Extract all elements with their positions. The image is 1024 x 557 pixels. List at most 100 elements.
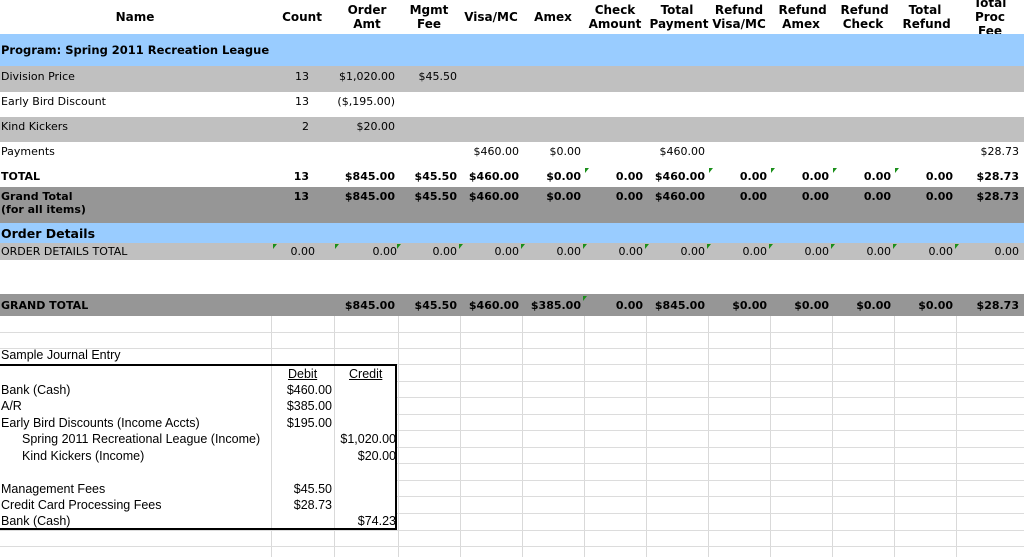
- gt-check: 0.00: [615, 298, 643, 312]
- col-header-refund-visa[interactable]: Refund Visa/MC: [708, 0, 770, 34]
- flag-icon: [955, 244, 959, 249]
- gridline: [832, 316, 833, 557]
- program-title: Program: Spring 2011 Recreation League: [1, 43, 270, 57]
- gti-mgmt: $45.50: [414, 189, 457, 203]
- total-label: TOTAL: [1, 169, 41, 183]
- row-order-amt: $1,020.00: [339, 69, 395, 83]
- row-count: 13: [295, 94, 309, 108]
- grand-total-label: GRAND TOTAL: [1, 298, 89, 312]
- gridline: [522, 316, 523, 557]
- row-name: Payments: [1, 144, 55, 158]
- col-header-refund-check[interactable]: Refund Check: [832, 0, 894, 34]
- col-header-mgmt-fee[interactable]: Mgmt Fee: [400, 0, 458, 34]
- row-name: Kind Kickers: [1, 119, 69, 133]
- row-total-payment: $460.00: [659, 144, 706, 158]
- grand-total-items-label: Grand Total (for all items): [1, 190, 86, 216]
- flag-icon: [397, 244, 401, 249]
- program-row[interactable]: Program: Spring 2011 Recreation League: [0, 34, 1024, 66]
- gti-refund-amex: 0.00: [801, 189, 829, 203]
- journal-account: Kind Kickers (Income): [22, 449, 145, 463]
- table-row[interactable]: Early Bird Discount 13 ($,195.00): [0, 92, 1024, 110]
- gridline: [646, 316, 647, 557]
- flag-icon: [273, 244, 277, 249]
- journal-credit-header: Credit: [349, 367, 383, 381]
- flag-icon: [893, 244, 897, 249]
- gridline: [584, 316, 585, 557]
- flag-icon: [585, 168, 589, 173]
- flag-icon: [645, 244, 649, 249]
- gti-check: 0.00: [615, 189, 643, 203]
- col-header-visa-mc[interactable]: Visa/MC: [460, 0, 522, 34]
- flag-icon: [583, 296, 587, 301]
- order-details-title: Order Details: [1, 225, 96, 241]
- odt-count: 0.00: [290, 245, 316, 258]
- journal-account: Bank (Cash): [1, 514, 71, 528]
- gridline: [708, 316, 709, 557]
- gridline: [398, 316, 399, 557]
- header-row: Name Count Order Amt Mgmt Fee Visa/MC Am…: [0, 0, 1024, 38]
- table-row[interactable]: Division Price 13 $1,020.00 $45.50: [0, 66, 1024, 86]
- col-header-amex[interactable]: Amex: [522, 0, 584, 34]
- table-row[interactable]: Kind Kickers 2 $20.00: [0, 117, 1024, 135]
- total-proc-fee: $28.73: [976, 169, 1019, 183]
- gridline: [0, 348, 1024, 349]
- col-header-count[interactable]: Count: [272, 0, 332, 34]
- flag-icon: [709, 168, 713, 173]
- col-header-check-amount[interactable]: Check Amount: [584, 0, 646, 34]
- odt-mgmt: 0.00: [432, 245, 458, 258]
- journal-debit: $45.50: [293, 482, 332, 496]
- col-header-refund-amex[interactable]: Refund Amex: [770, 0, 832, 34]
- flag-icon: [521, 244, 525, 249]
- row-order-amt: ($,195.00): [337, 94, 395, 108]
- total-refund-check: 0.00: [863, 169, 891, 183]
- row-name: Early Bird Discount: [1, 94, 106, 108]
- flag-icon: [771, 168, 775, 173]
- total-mgmt: $45.50: [414, 169, 457, 183]
- total-row[interactable]: TOTAL 13 $845.00 $45.50 $460.00 $0.00 0.…: [0, 166, 1024, 186]
- odt-proc-fee: 0.00: [994, 245, 1020, 258]
- col-header-total-proc-fee[interactable]: Total Proc Fee: [956, 0, 1024, 38]
- row-mgmt-fee: $45.50: [418, 69, 458, 83]
- total-check: 0.00: [615, 169, 643, 183]
- spreadsheet: Name Count Order Amt Mgmt Fee Visa/MC Am…: [0, 0, 1024, 557]
- odt-total-payment: 0.00: [680, 245, 706, 258]
- col-header-total-payment[interactable]: Total Payment: [646, 0, 709, 34]
- total-order: $845.00: [344, 169, 395, 183]
- row-proc-fee: $28.73: [980, 144, 1020, 158]
- odt-total-refund: 0.00: [928, 245, 954, 258]
- journal-debit: $28.73: [293, 498, 332, 512]
- total-refund-amex: 0.00: [801, 169, 829, 183]
- col-header-order-amt[interactable]: Order Amt: [336, 0, 398, 34]
- odt-check: 0.00: [618, 245, 644, 258]
- order-details-total-row[interactable]: ORDER DETAILS TOTAL 0.00 0.00 0.00 0.00 …: [0, 243, 1024, 260]
- gridline: [0, 332, 1024, 333]
- row-name: Division Price: [1, 69, 75, 83]
- journal-debit: $385.00: [286, 399, 332, 413]
- flag-icon: [831, 244, 835, 249]
- col-header-total-refund[interactable]: Total Refund: [894, 0, 956, 34]
- grand-total-row[interactable]: GRAND TOTAL $845.00 $45.50 $460.00 $385.…: [0, 294, 1024, 316]
- gt-refund-check: $0.00: [856, 298, 891, 312]
- row-count: 2: [302, 119, 309, 133]
- odt-refund-check: 0.00: [866, 245, 892, 258]
- row-order-amt: $20.00: [356, 119, 396, 133]
- flag-icon: [335, 244, 339, 249]
- col-header-name[interactable]: Name: [0, 0, 270, 34]
- flag-icon: [707, 244, 711, 249]
- gt-mgmt: $45.50: [414, 298, 457, 312]
- total-count: 13: [293, 169, 309, 183]
- gt-proc-fee: $28.73: [976, 298, 1019, 312]
- table-row[interactable]: Payments $460.00 $0.00 $460.00 $28.73: [0, 142, 1024, 160]
- odt-refund-amex: 0.00: [804, 245, 830, 258]
- flag-icon: [459, 244, 463, 249]
- row-pad: [0, 135, 1024, 142]
- journal-credit: $20.00: [357, 449, 396, 463]
- gridline: [0, 530, 1024, 531]
- total-refund-visa: 0.00: [739, 169, 767, 183]
- row-amex: $0.00: [549, 144, 582, 158]
- total-amex: $0.00: [546, 169, 581, 183]
- grand-total-items-row[interactable]: Grand Total (for all items) 13 $845.00 $…: [0, 187, 1024, 223]
- journal-account: Bank (Cash): [1, 383, 71, 397]
- order-details-row[interactable]: Order Details: [0, 223, 1024, 243]
- odt-refund-visa: 0.00: [742, 245, 768, 258]
